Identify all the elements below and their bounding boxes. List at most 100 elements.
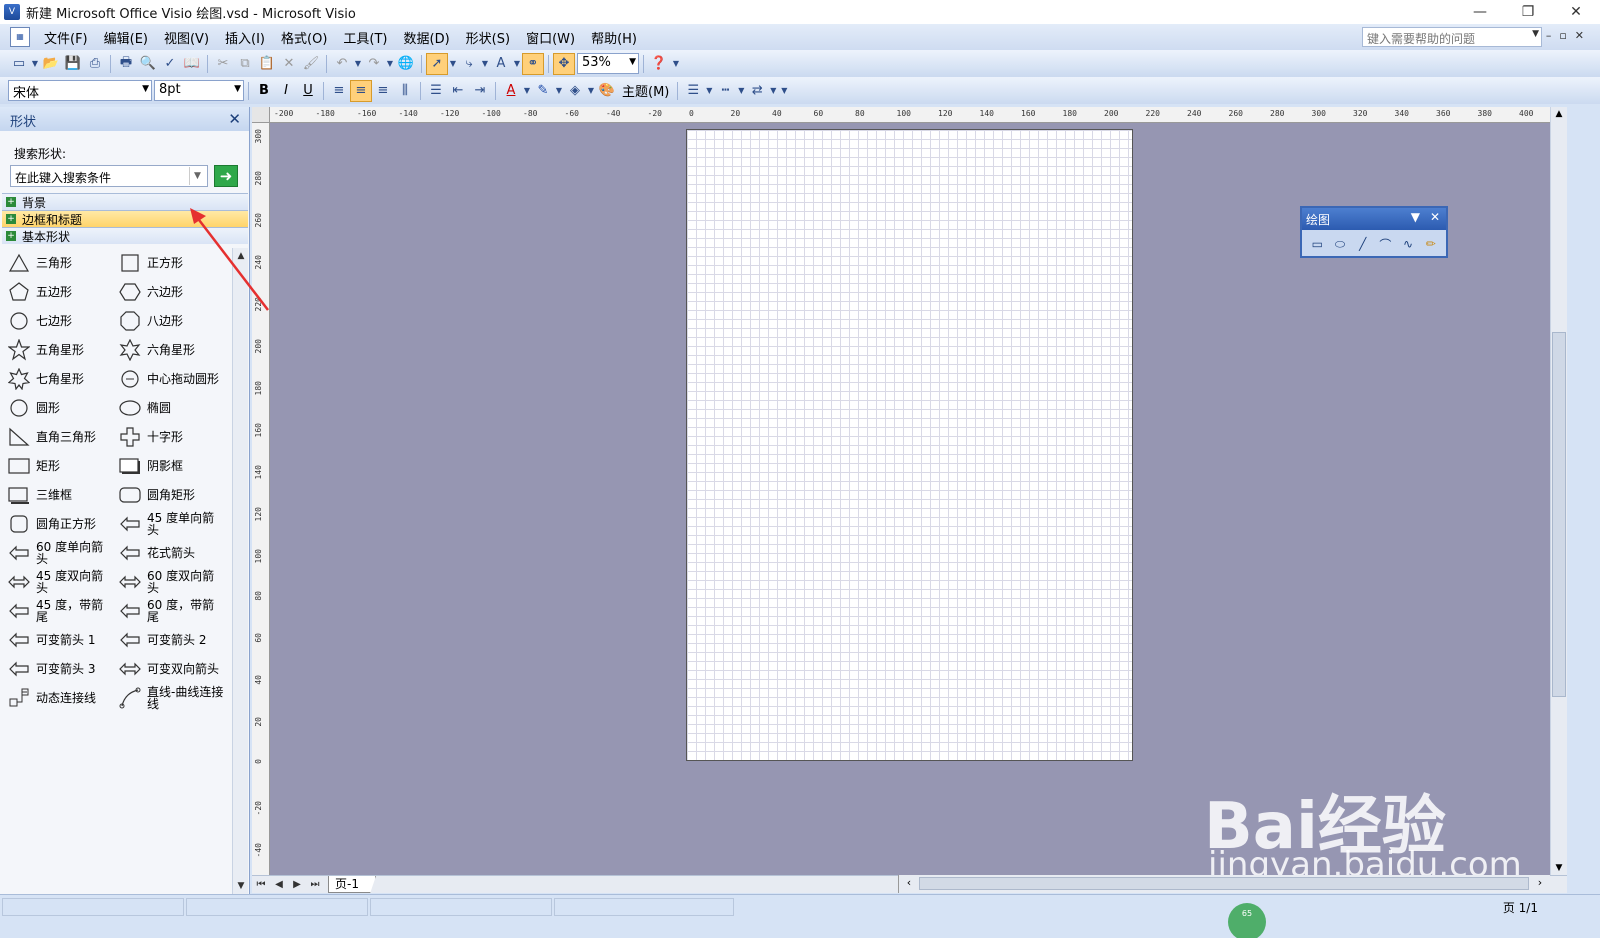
close-icon[interactable]: ✕ — [228, 110, 241, 128]
save-icon[interactable]: 💾 — [62, 53, 84, 75]
scroll-left-icon[interactable]: ‹ — [901, 876, 917, 889]
line-tool-icon[interactable]: ╱ — [1351, 234, 1374, 254]
open-folder-icon[interactable]: 📂 — [40, 53, 62, 75]
delete-icon[interactable]: ✕ — [278, 53, 300, 75]
menu-insert[interactable]: 插入(I) — [217, 28, 273, 47]
line-ends-icon[interactable]: ⇄ — [746, 80, 768, 102]
toolbar-options-icon[interactable]: ▼ — [778, 80, 790, 102]
chevron-down-icon[interactable]: ▼ — [234, 84, 241, 94]
freeform-tool-icon[interactable]: ∿ — [1397, 234, 1420, 254]
shape-item[interactable]: 八边形 — [119, 308, 231, 334]
help-search-input[interactable]: 键入需要帮助的问题 ▼ — [1362, 27, 1542, 47]
menu-file[interactable]: 文件(F) — [36, 28, 96, 47]
hyperlink-icon[interactable]: 🌐 — [395, 53, 417, 75]
line-weight-icon[interactable]: ☰ — [682, 80, 704, 102]
first-page-icon[interactable]: ⏮ — [252, 879, 270, 890]
shape-item[interactable]: 三角形 — [8, 250, 120, 276]
shape-item[interactable]: 中心拖动圆形 — [119, 366, 231, 392]
cut-icon[interactable]: ✂ — [212, 53, 234, 75]
document-window-controls[interactable]: –▫✕ — [1546, 29, 1592, 42]
shape-item[interactable]: 椭圆 — [119, 395, 231, 421]
line-color-icon[interactable]: ✎ — [532, 80, 554, 102]
align-center-icon[interactable]: ≡ — [350, 79, 372, 102]
ellipse-tool-icon[interactable]: ⬭ — [1329, 234, 1352, 254]
shape-item[interactable]: 45 度单向箭头 — [119, 511, 231, 537]
chevron-down-icon[interactable]: ▼ — [385, 53, 395, 75]
print-preview-icon[interactable]: 🔍 — [137, 53, 159, 75]
chevron-down-icon[interactable]: ▼ — [480, 53, 490, 75]
shape-item[interactable]: 阴影框 — [119, 453, 231, 479]
shape-item[interactable]: 可变箭头 2 — [119, 627, 231, 653]
chevron-down-icon[interactable]: ▼ — [768, 80, 778, 102]
chevron-down-icon[interactable]: ▼ — [30, 53, 40, 75]
visio-app-icon[interactable]: V — [4, 4, 20, 20]
menu-view[interactable]: 视图(V) — [156, 28, 217, 47]
undo-icon[interactable]: ↶ — [331, 53, 353, 75]
chevron-down-icon[interactable]: ▼ — [1411, 210, 1420, 224]
scroll-up-icon[interactable]: ▲ — [1551, 109, 1567, 119]
shape-item[interactable]: 可变箭头 3 — [8, 656, 120, 682]
shape-item[interactable]: 五边形 — [8, 279, 120, 305]
drawing-toolbar-titlebar[interactable]: 绘图 ▼ ✕ — [1302, 208, 1446, 230]
shape-item[interactable]: 三维框 — [8, 482, 120, 508]
shape-item[interactable]: 十字形 — [119, 424, 231, 450]
connector-tool-icon[interactable]: ⤷ — [458, 53, 480, 75]
shape-item[interactable]: 六边形 — [119, 279, 231, 305]
minimize-button[interactable]: — — [1456, 0, 1504, 24]
prev-page-icon[interactable]: ◀ — [270, 879, 288, 890]
chevron-down-icon[interactable]: ▼ — [629, 57, 636, 67]
chevron-down-icon[interactable]: ▼ — [448, 53, 458, 75]
scroll-thumb[interactable] — [1552, 332, 1566, 697]
shape-item[interactable]: 60 度单向箭头 — [8, 540, 120, 566]
italic-button[interactable]: I — [275, 80, 297, 102]
stencil-borders-titles[interactable]: + 边框和标题 — [2, 210, 248, 227]
shape-item[interactable]: 七边形 — [8, 308, 120, 334]
toolbar-options-icon[interactable]: ▼ — [670, 53, 682, 75]
scroll-down-icon[interactable]: ▼ — [233, 878, 249, 894]
menu-help[interactable]: 帮助(H) — [583, 28, 645, 47]
arc-tool-icon[interactable]: ⌒ — [1374, 234, 1397, 254]
chevron-down-icon[interactable]: ▼ — [704, 80, 714, 102]
close-window-button[interactable]: ✕ — [1552, 0, 1600, 24]
new-document-icon[interactable]: ▭ — [8, 53, 30, 75]
shape-item[interactable]: 正方形 — [119, 250, 231, 276]
scroll-thumb[interactable] — [919, 877, 1529, 890]
scroll-right-icon[interactable]: › — [1532, 876, 1548, 889]
bold-button[interactable]: B — [253, 80, 275, 102]
align-left-icon[interactable]: ≡ — [328, 80, 350, 102]
chevron-down-icon[interactable]: ▼ — [189, 167, 205, 185]
shape-item[interactable]: 动态连接线 — [8, 685, 120, 711]
search-shapes-input[interactable]: 在此键入搜索条件 ▼ — [10, 165, 208, 187]
stencil-background[interactable]: + 背景 — [2, 193, 248, 210]
menu-edit[interactable]: 编辑(E) — [96, 28, 156, 47]
shape-item[interactable]: 60 度，带箭尾 — [119, 598, 231, 624]
scroll-up-icon[interactable]: ▲ — [233, 248, 249, 264]
underline-button[interactable]: U — [297, 80, 319, 102]
drawing-page[interactable] — [686, 129, 1133, 761]
shape-item[interactable]: 直角三角形 — [8, 424, 120, 450]
chevron-down-icon[interactable]: ▼ — [586, 80, 596, 102]
chevron-down-icon[interactable]: ▼ — [554, 80, 564, 102]
align-right-icon[interactable]: ≡ — [372, 80, 394, 102]
restore-button[interactable]: ❐ — [1504, 0, 1552, 24]
menu-format[interactable]: 格式(O) — [273, 28, 335, 47]
shape-item[interactable]: 45 度双向箭头 — [8, 569, 120, 595]
font-size-select[interactable]: 8pt ▼ — [154, 80, 244, 101]
line-pattern-icon[interactable]: ┅ — [714, 80, 736, 102]
menu-tools[interactable]: 工具(T) — [335, 28, 395, 47]
chevron-down-icon[interactable]: ▼ — [522, 80, 532, 102]
redo-icon[interactable]: ↷ — [363, 53, 385, 75]
fill-color-icon[interactable]: ◈ — [564, 80, 586, 102]
chevron-down-icon[interactable]: ▼ — [736, 80, 746, 102]
page-tab[interactable]: 页-1 — [328, 876, 376, 893]
menu-shapes[interactable]: 形状(S) — [458, 28, 518, 47]
next-page-icon[interactable]: ▶ — [288, 879, 306, 890]
chevron-down-icon[interactable]: ▼ — [142, 84, 149, 94]
search-go-button[interactable]: ➜ — [214, 165, 238, 187]
stencil-basic-shapes[interactable]: + 基本形状 — [2, 227, 248, 244]
shape-item[interactable]: 60 度双向箭头 — [119, 569, 231, 595]
print-icon[interactable]: 🖶 — [115, 53, 137, 75]
increase-indent-icon[interactable]: ⇥ — [469, 80, 491, 102]
menu-data[interactable]: 数据(D) — [396, 28, 458, 47]
shape-item[interactable]: 45 度，带箭尾 — [8, 598, 120, 624]
